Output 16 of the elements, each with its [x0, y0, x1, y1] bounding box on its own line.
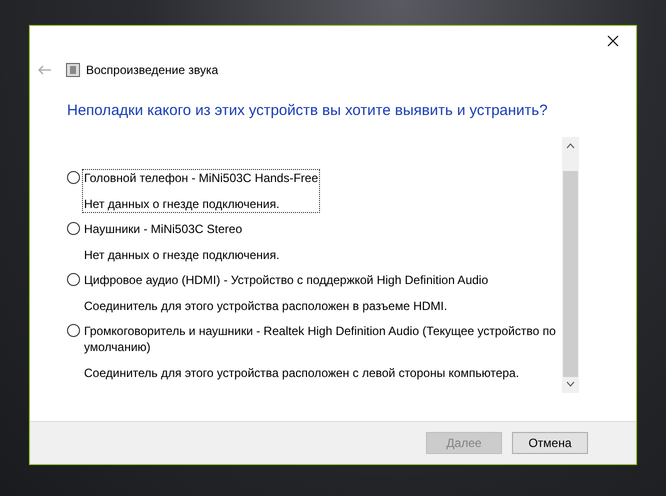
scroll-down-icon[interactable] — [566, 381, 575, 387]
speaker-icon — [66, 63, 80, 77]
radio-button[interactable] — [67, 324, 80, 337]
scroll-up-icon[interactable] — [566, 143, 575, 149]
scrollbar-thumb[interactable] — [563, 171, 578, 377]
device-option[interactable]: Головной телефон - MiNi503C Hands-Free Нет данных о гнезде подключения. — [82, 169, 320, 213]
device-option[interactable]: Громкоговоритель и наушники - Realtek High Definition Audio (Текущее устройство по умолчанию) Соединитель для этого устройства расположен с левой стороны компьютера. — [82, 322, 562, 382]
dialog-button[interactable]: Отмена — [512, 432, 588, 454]
radio-button[interactable] — [67, 273, 80, 286]
radio-button[interactable] — [67, 222, 80, 235]
radio-button[interactable] — [67, 171, 80, 184]
device-option[interactable]: Наушники - MiNi503C Stereo Нет данных о гнезде подключения. — [82, 220, 282, 264]
question-heading: Неполадки какого из этих устройств вы хотите выявить и устранить? — [66, 101, 549, 119]
scrollbar[interactable] — [562, 137, 579, 393]
device-option[interactable]: Цифровое аудио (HDMI) - Устройство с поддержкой High Definition Audio Соединитель для этого устройства расположен в разъеме HDMI. — [82, 271, 490, 315]
window-title: Воспроизведение звука — [86, 63, 218, 77]
